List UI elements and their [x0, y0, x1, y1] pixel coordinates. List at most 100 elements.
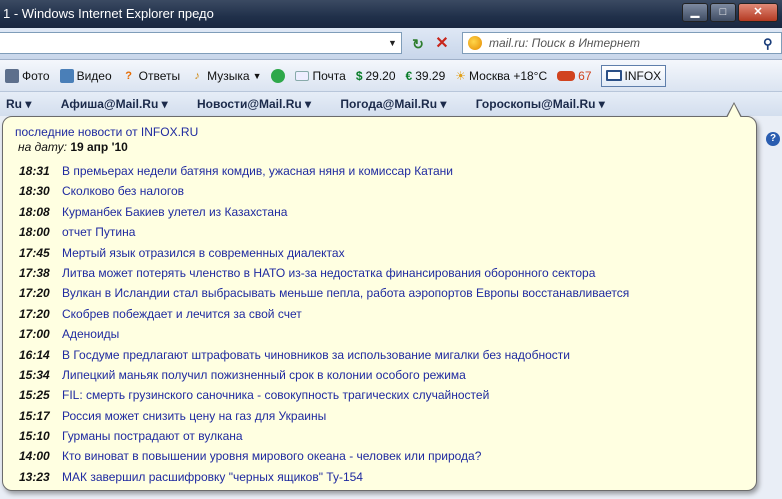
news-link[interactable]: Курманбек Бакиев улетел из Казахстана — [62, 205, 287, 219]
news-item: 18:00 отчет Путина — [19, 222, 750, 242]
bookmark-item[interactable]: Погода@Mail.Ru ▾ — [340, 97, 446, 111]
window-titlebar: 1 - Windows Internet Explorer предо ▁ □ … — [0, 0, 782, 28]
toolbar-agent[interactable] — [266, 64, 290, 88]
help-icon[interactable]: ? — [766, 132, 780, 146]
news-time: 17:20 — [19, 286, 50, 301]
address-row: ▼ ↻ ✕ mail.ru: Поиск в Интернет ⚲ — [0, 28, 782, 60]
news-time: 14:00 — [19, 449, 50, 464]
bookmark-item[interactable]: Ru ▾ — [6, 97, 31, 111]
news-link[interactable]: FIL: смерть грузинского саночника - сово… — [62, 388, 489, 402]
toolbar-mail[interactable]: Почта — [290, 64, 350, 88]
search-input[interactable]: mail.ru: Поиск в Интернет — [462, 32, 782, 54]
toolbar-answers[interactable]: ? Ответы — [117, 64, 185, 88]
answers-icon: ? — [125, 69, 132, 82]
news-link[interactable]: Сколково без налогов — [62, 184, 184, 198]
news-link[interactable]: Литва может потерять членство в НАТО из-… — [62, 266, 595, 280]
news-link[interactable]: В Госдуме предлагают штрафовать чиновник… — [62, 348, 570, 362]
news-item: 15:17 Россия может снизить цену на газ дл… — [19, 406, 750, 426]
news-link[interactable]: Скобрев побеждает и лечится за свой счет — [62, 307, 302, 321]
news-link[interactable]: МАК завершил расшифровку "черных ящиков"… — [62, 470, 363, 484]
news-link[interactable]: Гурманы пострадают от вулкана — [62, 429, 243, 443]
news-time: 18:31 — [19, 164, 50, 178]
stop-icon[interactable]: ✕ — [432, 34, 452, 54]
news-item: 18:08 Курманбек Бакиев улетел из Казахста… — [19, 202, 750, 222]
toolbar-eur-rate[interactable]: € 39.29 — [401, 64, 451, 88]
window-controls: ▁ □ ✕ — [682, 3, 778, 22]
toolbar-usd-rate[interactable]: $ 29.20 — [351, 64, 401, 88]
news-time: 13:23 — [19, 469, 50, 484]
mailru-logo-icon — [468, 36, 482, 50]
news-item: 17:20 Скобрев побеждает и лечится за свой… — [19, 304, 750, 324]
close-button[interactable]: ✕ — [738, 3, 778, 22]
address-input[interactable] — [0, 32, 402, 54]
news-time: 18:30 — [19, 184, 50, 199]
news-time: 15:17 — [19, 408, 50, 423]
eur-rate-value: 39.29 — [415, 68, 446, 83]
news-time: 18:00 — [19, 225, 50, 240]
news-item: 17:45 Мертый язык отразился в современных… — [19, 243, 750, 263]
popup-date-label: на дату: — [18, 140, 67, 154]
popup-date: на дату: 19 апр '10 — [18, 140, 128, 154]
news-link[interactable]: Аденоиды — [62, 327, 119, 341]
address-dropdown-icon[interactable]: ▼ — [388, 38, 397, 48]
monitor-icon — [605, 70, 622, 81]
euro-icon: € — [405, 68, 413, 83]
music-dropdown-icon[interactable]: ▼ — [253, 71, 262, 81]
news-link[interactable]: Россия может снизить цену на газ для Укр… — [62, 409, 326, 423]
mailru-toolbar: Фото Видео ? Ответы ♪ Музыка ▼ Почта $ 2… — [0, 60, 782, 92]
news-link[interactable]: Вулкан в Исландии стал выбрасывать меньш… — [62, 286, 629, 300]
infox-button[interactable]: INFOX — [600, 64, 667, 87]
toolbar-answers-label: Ответы — [138, 68, 181, 83]
toolbar-music[interactable]: ♪ Музыка ▼ — [185, 64, 266, 88]
envelope-icon — [295, 70, 310, 81]
bookmarks-bar: Ru ▾ Афиша@Mail.Ru ▾ Новости@Mail.Ru ▾ П… — [0, 92, 782, 116]
bookmark-item[interactable]: Афиша@Mail.Ru ▾ — [61, 97, 168, 111]
news-link[interactable]: отчет Путина — [62, 225, 135, 239]
refresh-icon[interactable]: ↻ — [408, 34, 428, 54]
news-link[interactable]: Липецкий маньяк получил пожизненный срок… — [62, 368, 466, 382]
toolbar-photo[interactable]: Фото — [0, 64, 55, 88]
infox-button-label: INFOX — [624, 68, 662, 83]
news-link[interactable]: Мертый язык отразился в современных диал… — [62, 246, 345, 260]
toolbar-video-label: Видео — [76, 68, 112, 83]
news-item: 17:00 Аденоиды — [19, 324, 750, 344]
toolbar-weather[interactable]: ☀ Москва +18°С — [450, 64, 552, 88]
bookmark-item[interactable]: Гороскопы@Mail.Ru ▾ — [476, 97, 605, 111]
news-time: 15:10 — [19, 429, 50, 444]
usd-rate-value: 29.20 — [365, 68, 396, 83]
bookmark-item[interactable]: Новости@Mail.Ru ▾ — [197, 97, 311, 111]
balloon-pointer-fill — [727, 104, 741, 118]
toolbar-video[interactable]: Видео — [55, 64, 117, 88]
news-item: 16:14 В Госдуме предлагают штрафовать чин… — [19, 345, 750, 365]
news-link[interactable]: Кто виноват в повышении уровня мирового … — [62, 449, 481, 463]
news-item: 18:30 Сколково без налогов — [19, 181, 750, 201]
window-title: 1 - Windows Internet Explorer предо — [3, 6, 214, 21]
search-icon[interactable]: ⚲ — [763, 36, 773, 52]
news-item: 15:25 FIL: смерть грузинского саночника -… — [19, 385, 750, 405]
traffic-value: 67 — [578, 68, 592, 83]
news-item: 14:00 Кто виноват в повышении уровня миро… — [19, 446, 750, 466]
news-time: 15:25 — [19, 388, 50, 403]
maximize-button[interactable]: □ — [710, 3, 736, 22]
toolbar-traffic[interactable]: 67 — [552, 64, 596, 88]
news-time: 17:38 — [19, 265, 50, 280]
camera-icon — [5, 68, 19, 83]
agent-chat-icon — [271, 68, 286, 83]
news-time: 17:45 — [19, 245, 50, 260]
news-item: 17:38 Литва может потерять членство в НАТ… — [19, 263, 750, 283]
news-list: 18:31 В премьерах недели батяня комдив, у… — [19, 161, 750, 487]
news-link[interactable]: В премьерах недели батяня комдив, ужасна… — [62, 164, 453, 178]
news-item: 17:20 Вулкан в Исландии стал выбрасывать … — [19, 283, 750, 303]
news-item: 13:23 МАК завершил расшифровку "черных ящ… — [19, 467, 750, 487]
weather-value: Москва +18°С — [469, 68, 548, 83]
news-popup: последние новости от INFOX.RU на дату: 1… — [2, 116, 757, 491]
news-item: 15:34 Липецкий маньяк получил пожизненный… — [19, 365, 750, 385]
minimize-button[interactable]: ▁ — [682, 3, 708, 22]
popup-header[interactable]: последние новости от INFOX.RU — [15, 125, 198, 139]
video-icon — [59, 68, 74, 83]
dollar-icon: $ — [355, 68, 363, 83]
news-time: 18:08 — [19, 204, 50, 219]
toolbar-music-label: Музыка — [207, 68, 250, 83]
toolbar-mail-label: Почта — [312, 68, 346, 83]
toolbar-photo-label: Фото — [22, 68, 50, 83]
